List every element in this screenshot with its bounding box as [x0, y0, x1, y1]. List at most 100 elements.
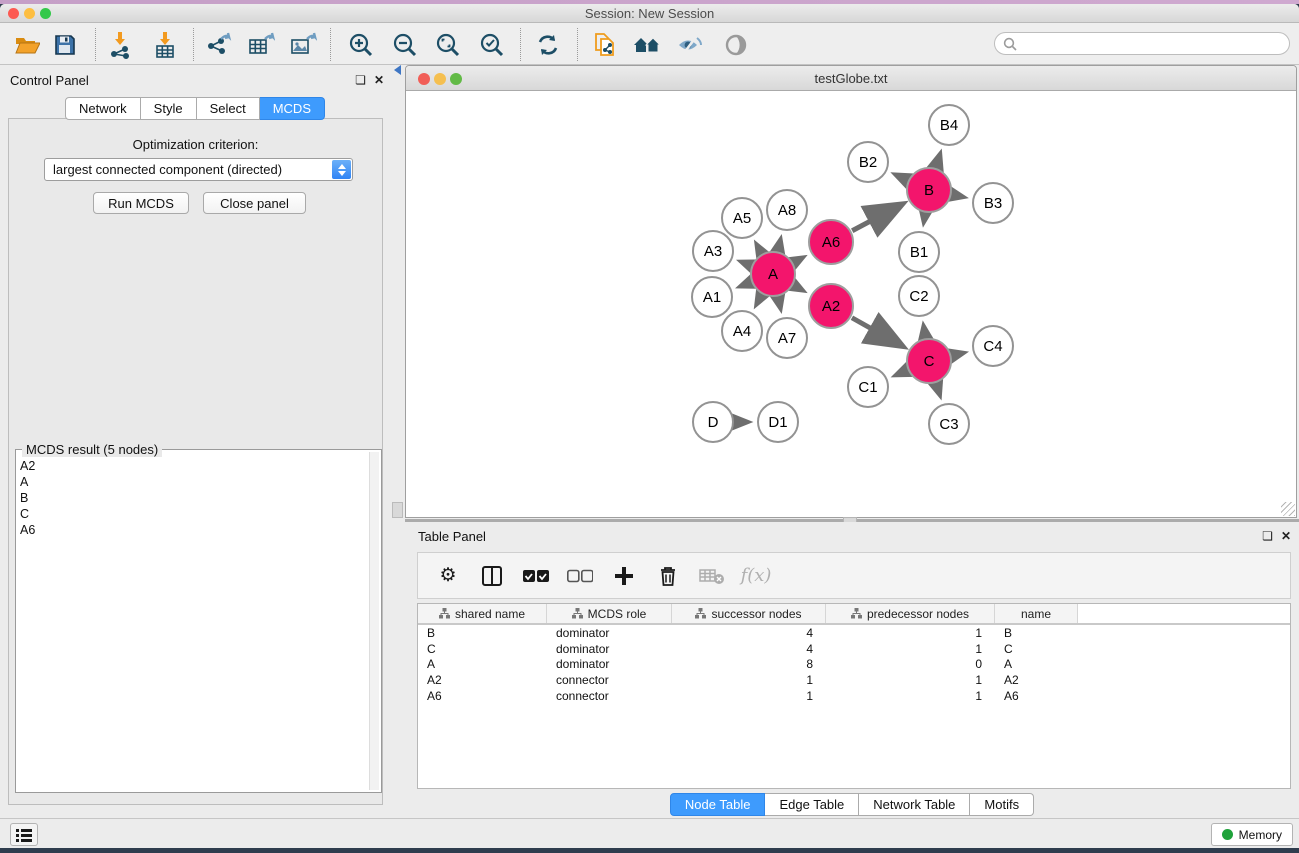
- cell-predecessor-nodes[interactable]: 1: [826, 626, 995, 640]
- cell-name[interactable]: C: [995, 642, 1078, 656]
- cell-successor-nodes[interactable]: 4: [672, 626, 826, 640]
- table-settings-icon[interactable]: ⚙: [434, 566, 462, 585]
- export-table-icon[interactable]: [244, 30, 278, 60]
- cell-predecessor-nodes[interactable]: 1: [826, 642, 995, 656]
- add-column-icon[interactable]: [610, 566, 638, 586]
- graph-node-A[interactable]: A: [750, 251, 796, 297]
- cell-shared-name[interactable]: A6: [418, 689, 547, 703]
- graph-node-B3[interactable]: B3: [972, 182, 1014, 224]
- edge-B-B4[interactable]: [936, 154, 940, 167]
- cell-MCDS-role[interactable]: dominator: [547, 657, 672, 671]
- zoom-in-icon[interactable]: [344, 30, 378, 60]
- function-builder-icon[interactable]: f(x): [742, 565, 770, 586]
- column-panel-icon[interactable]: [478, 565, 506, 587]
- tab-node-table[interactable]: Node Table: [670, 793, 766, 816]
- graph-node-B1[interactable]: B1: [898, 231, 940, 273]
- table-row[interactable]: A2connector11A2: [418, 672, 1290, 688]
- unselect-all-icon[interactable]: [566, 569, 594, 583]
- graph-node-B4[interactable]: B4: [928, 104, 970, 146]
- graph-node-A4[interactable]: A4: [721, 310, 763, 352]
- table-row[interactable]: Cdominator41C: [418, 641, 1290, 657]
- graph-node-A7[interactable]: A7: [766, 317, 808, 359]
- tab-mcds[interactable]: MCDS: [260, 97, 325, 120]
- home-pages-icon[interactable]: [630, 30, 664, 60]
- cell-shared-name[interactable]: A2: [418, 673, 547, 687]
- network-canvas[interactable]: B4B2BB3A8A5A6A3B1AC2A1A2A4A7C4CC1DD1C3: [407, 92, 1295, 517]
- graph-node-A1[interactable]: A1: [691, 276, 733, 318]
- tab-edge-table[interactable]: Edge Table: [765, 793, 859, 816]
- tab-network[interactable]: Network: [65, 97, 141, 120]
- edge-C-C2[interactable]: [924, 326, 926, 338]
- mcds-result-list[interactable]: A2ABCA6: [20, 458, 367, 788]
- result-item[interactable]: A2: [20, 458, 367, 474]
- graph-node-A8[interactable]: A8: [766, 189, 808, 231]
- select-all-icon[interactable]: [522, 569, 550, 583]
- edge-A2-C[interactable]: [852, 318, 901, 346]
- import-table-icon[interactable]: [148, 30, 182, 60]
- edge-A-A8[interactable]: [778, 239, 780, 250]
- result-item[interactable]: B: [20, 490, 367, 506]
- delete-column-icon[interactable]: [654, 565, 682, 587]
- edge-B-B3[interactable]: [953, 195, 964, 197]
- graph-node-D1[interactable]: D1: [757, 401, 799, 443]
- optimization-criterion-select[interactable]: largest connected component (directed): [44, 158, 353, 181]
- cell-successor-nodes[interactable]: 4: [672, 642, 826, 656]
- edge-C-C3[interactable]: [936, 384, 940, 396]
- cell-MCDS-role[interactable]: connector: [547, 689, 672, 703]
- zoom-fit-icon[interactable]: [431, 30, 465, 60]
- edge-A-A7[interactable]: [778, 297, 780, 308]
- close-panel-icon[interactable]: ✕: [374, 73, 384, 87]
- cell-predecessor-nodes[interactable]: 1: [826, 689, 995, 703]
- cell-predecessor-nodes[interactable]: 1: [826, 673, 995, 687]
- hide-panel-icon[interactable]: [673, 30, 707, 60]
- graph-node-A5[interactable]: A5: [721, 197, 763, 239]
- clone-network-icon[interactable]: [588, 30, 622, 60]
- result-item[interactable]: A6: [20, 522, 367, 538]
- edge-A-A5[interactable]: [757, 244, 762, 253]
- apply-layout-icon[interactable]: [531, 30, 565, 60]
- task-history-button[interactable]: [10, 823, 38, 846]
- graph-node-C3[interactable]: C3: [928, 403, 970, 445]
- cell-name[interactable]: A: [995, 657, 1078, 671]
- table-row[interactable]: Bdominator41B: [418, 625, 1290, 641]
- table-header-row[interactable]: shared nameMCDS rolesuccessor nodesprede…: [418, 604, 1290, 625]
- cell-shared-name[interactable]: A: [418, 657, 547, 671]
- cell-name[interactable]: A2: [995, 673, 1078, 687]
- cell-shared-name[interactable]: B: [418, 626, 547, 640]
- window-resize-grip[interactable]: [1281, 502, 1295, 516]
- column-header-name[interactable]: name: [995, 604, 1078, 623]
- edge-A-A3[interactable]: [741, 262, 751, 266]
- result-scrollbar[interactable]: [369, 452, 379, 790]
- edge-A-A6[interactable]: [794, 257, 803, 262]
- edge-A-A2[interactable]: [794, 286, 803, 291]
- cell-successor-nodes[interactable]: 1: [672, 689, 826, 703]
- search-input[interactable]: [994, 32, 1290, 55]
- float-table-panel-icon[interactable]: ❏: [1262, 529, 1273, 543]
- window-titlebar[interactable]: Session: New Session: [0, 4, 1299, 23]
- edge-A-A1[interactable]: [740, 282, 750, 286]
- save-session-icon[interactable]: [48, 30, 82, 60]
- export-image-icon[interactable]: [286, 30, 320, 60]
- edge-A-A4[interactable]: [756, 295, 761, 305]
- column-header-predecessor-nodes[interactable]: predecessor nodes: [826, 604, 995, 623]
- cell-predecessor-nodes[interactable]: 0: [826, 657, 995, 671]
- cell-successor-nodes[interactable]: 8: [672, 657, 826, 671]
- cell-name[interactable]: A6: [995, 689, 1078, 703]
- vertical-divider-grip[interactable]: [392, 502, 403, 518]
- cell-MCDS-role[interactable]: connector: [547, 673, 672, 687]
- import-network-icon[interactable]: [103, 30, 137, 60]
- graph-node-D[interactable]: D: [692, 401, 734, 443]
- open-file-icon[interactable]: [10, 30, 44, 60]
- network-window-titlebar[interactable]: testGlobe.txt: [406, 66, 1296, 91]
- column-header-shared-name[interactable]: shared name: [418, 604, 547, 623]
- close-panel-button[interactable]: Close panel: [203, 192, 306, 214]
- edge-C-C4[interactable]: [952, 353, 963, 356]
- tab-select[interactable]: Select: [197, 97, 260, 120]
- cell-shared-name[interactable]: C: [418, 642, 547, 656]
- result-item[interactable]: C: [20, 506, 367, 522]
- graph-node-A2[interactable]: A2: [808, 283, 854, 329]
- cell-successor-nodes[interactable]: 1: [672, 673, 826, 687]
- tab-style[interactable]: Style: [141, 97, 197, 120]
- edge-C-C1[interactable]: [896, 370, 907, 375]
- cell-MCDS-role[interactable]: dominator: [547, 626, 672, 640]
